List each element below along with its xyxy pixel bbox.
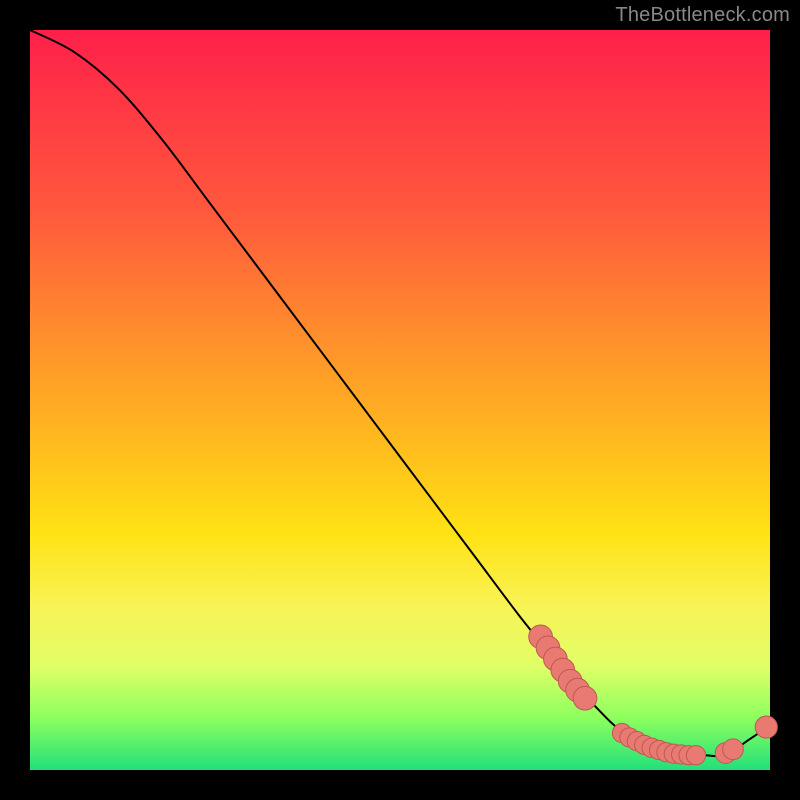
curve-marker xyxy=(573,686,597,710)
chart-svg-layer xyxy=(30,30,770,770)
curve-marker xyxy=(755,716,777,738)
bottleneck-curve xyxy=(30,30,770,756)
curve-marker xyxy=(723,739,744,760)
chart-stage: TheBottleneck.com xyxy=(0,0,800,800)
curve-marker xyxy=(686,746,705,765)
curve-markers xyxy=(529,625,778,765)
attribution-text: TheBottleneck.com xyxy=(615,4,790,27)
